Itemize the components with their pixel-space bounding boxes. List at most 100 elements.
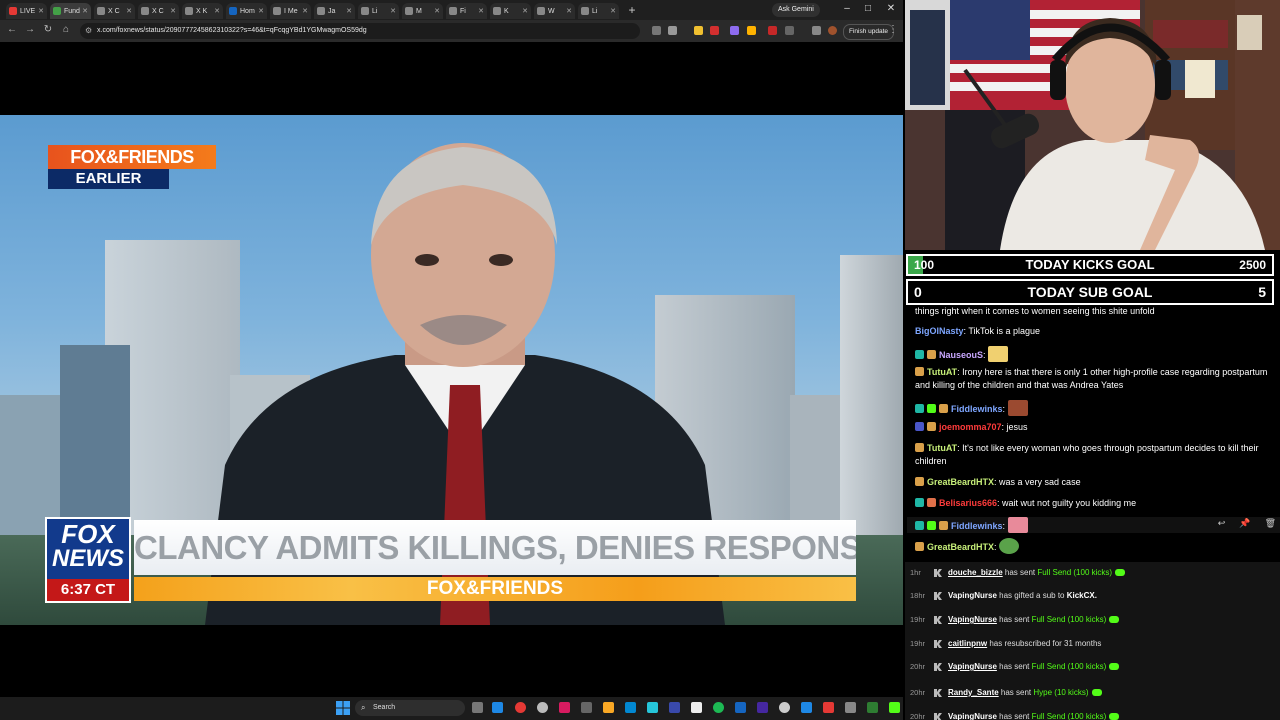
reload-icon[interactable]: ↻ (41, 24, 55, 35)
app-icon[interactable] (735, 702, 746, 713)
close-icon[interactable]: ✕ (434, 7, 440, 15)
close-icon[interactable]: ✕ (390, 7, 396, 15)
close-icon[interactable]: ✕ (566, 7, 572, 15)
activity-username[interactable]: Randy_Sante (948, 688, 999, 697)
ask-gemini-button[interactable]: Ask Gemini (772, 3, 820, 17)
install-icon[interactable] (652, 26, 661, 35)
extension-icon[interactable] (710, 26, 719, 35)
activity-username[interactable]: caitlinpnw (948, 639, 987, 648)
browser-tab[interactable]: I Me ✕ (270, 3, 311, 19)
spotify-icon[interactable] (713, 702, 724, 713)
chat-username[interactable]: TutuAT (927, 367, 957, 377)
browser-tab[interactable]: Li ✕ (578, 3, 619, 19)
app-icon[interactable] (867, 702, 878, 713)
bookmark-star-icon[interactable] (668, 26, 677, 35)
windows-start-icon[interactable] (336, 701, 350, 715)
close-icon[interactable]: ✕ (214, 7, 220, 15)
app-icon[interactable] (691, 702, 702, 713)
activity-username[interactable]: VapingNurse (948, 615, 997, 624)
gifter-badge-icon (915, 422, 924, 431)
activity-feed[interactable]: 1hr douche_bizzle has sent Full Send (10… (905, 562, 1280, 720)
app-icon[interactable] (779, 702, 790, 713)
kick-icon[interactable] (889, 702, 900, 713)
sidepanel-icon[interactable] (812, 26, 821, 35)
menu-icon[interactable]: ⋮ (886, 24, 900, 35)
browser-tab[interactable]: Fund ✕ (50, 3, 91, 19)
browser-tab[interactable]: W ✕ (534, 3, 575, 19)
activity-username[interactable]: VapingNurse (948, 591, 997, 600)
maximize-icon[interactable]: □ (861, 3, 875, 14)
activity-username[interactable]: VapingNurse (948, 662, 997, 671)
app-icon[interactable] (537, 702, 548, 713)
close-icon[interactable]: ✕ (258, 7, 264, 15)
app-icon[interactable] (669, 702, 680, 713)
extension-icon[interactable] (747, 26, 756, 35)
close-icon[interactable]: ✕ (38, 7, 44, 15)
app-icon[interactable] (625, 702, 636, 713)
app-icon[interactable] (845, 702, 856, 713)
chrome-icon[interactable] (515, 702, 526, 713)
task-view-icon[interactable] (472, 702, 483, 713)
chat-username[interactable]: Fiddlewinks (951, 521, 1003, 531)
app-icon[interactable] (823, 702, 834, 713)
kicks-goal-bar: 100 TODAY KICKS GOAL 2500 (906, 254, 1274, 276)
forward-icon[interactable]: → (23, 24, 37, 35)
close-icon[interactable]: ✕ (82, 7, 88, 15)
browser-tab[interactable]: X K ✕ (182, 3, 223, 19)
close-icon[interactable]: ✕ (522, 7, 528, 15)
extension-icon[interactable] (694, 26, 703, 35)
chat-username[interactable]: joemomma707 (939, 422, 1002, 432)
avatar[interactable] (828, 26, 837, 35)
video-player[interactable]: FOX&FRIENDS EARLIER FOX NEWS 6:37 CT CLA… (0, 115, 903, 625)
chat-username[interactable]: GreatBeardHTX (927, 477, 994, 487)
reply-icon[interactable]: ↩ (1218, 518, 1226, 528)
chat-panel[interactable]: things right when it comes to women seei… (905, 305, 1280, 560)
app-icon[interactable] (647, 702, 658, 713)
browser-tab[interactable]: Ja ✕ (314, 3, 355, 19)
folder-icon[interactable] (603, 702, 614, 713)
close-icon[interactable]: ✕ (346, 7, 352, 15)
browser-tab[interactable]: M ✕ (402, 3, 443, 19)
close-icon[interactable]: ✕ (478, 7, 484, 15)
premiere-icon[interactable] (757, 702, 768, 713)
edge-icon[interactable] (492, 702, 503, 713)
app-icon[interactable] (801, 702, 812, 713)
browser-tab[interactable]: Li ✕ (358, 3, 399, 19)
extension-icon[interactable] (768, 26, 777, 35)
tab-favicon-icon (185, 7, 193, 15)
chat-username[interactable]: Fiddlewinks (951, 404, 1003, 414)
extension-icon[interactable] (730, 26, 739, 35)
close-window-icon[interactable]: ✕ (884, 3, 898, 14)
chat-username[interactable]: GreatBeardHTX (927, 542, 994, 552)
chat-username[interactable]: TutuAT (927, 443, 957, 453)
close-icon[interactable]: ✕ (302, 7, 308, 15)
activity-recipient[interactable]: KickCX. (1067, 591, 1097, 600)
browser-tab[interactable]: Hom ✕ (226, 3, 267, 19)
browser-tab[interactable]: LIVE ✕ (6, 3, 47, 19)
site-info-icon[interactable]: ⚙ (85, 23, 92, 39)
chat-username[interactable]: Belisarius666 (939, 498, 997, 508)
activity-username[interactable]: douche_bizzle (948, 568, 1003, 577)
browser-tab[interactable]: Fi ✕ (446, 3, 487, 19)
browser-tab[interactable]: X C ✕ (94, 3, 135, 19)
close-icon[interactable]: ✕ (170, 7, 176, 15)
new-tab-button[interactable]: + (626, 3, 638, 17)
browser-tab[interactable]: X C ✕ (138, 3, 179, 19)
minimize-icon[interactable]: – (840, 3, 854, 14)
address-bar[interactable]: ⚙ x.com/foxnews/status/20907772458623103… (80, 23, 640, 39)
close-icon[interactable]: ✕ (610, 7, 616, 15)
home-icon[interactable]: ⌂ (59, 24, 73, 35)
browser-tab[interactable]: K ✕ (490, 3, 531, 19)
taskbar-search[interactable]: ⌕ Search (355, 700, 465, 716)
activity-username[interactable]: VapingNurse (948, 712, 997, 720)
og-badge-icon (915, 367, 924, 376)
extensions-puzzle-icon[interactable] (785, 26, 794, 35)
app-icon[interactable] (581, 702, 592, 713)
pin-icon[interactable]: 📌 (1239, 518, 1250, 528)
close-icon[interactable]: ✕ (126, 7, 132, 15)
chat-username[interactable]: NauseouS (939, 350, 983, 360)
chat-username[interactable]: BigOlNasty (915, 326, 964, 336)
back-icon[interactable]: ← (5, 24, 19, 35)
obs-icon[interactable] (559, 702, 570, 713)
delete-icon[interactable]: 🗑 (1265, 518, 1276, 528)
